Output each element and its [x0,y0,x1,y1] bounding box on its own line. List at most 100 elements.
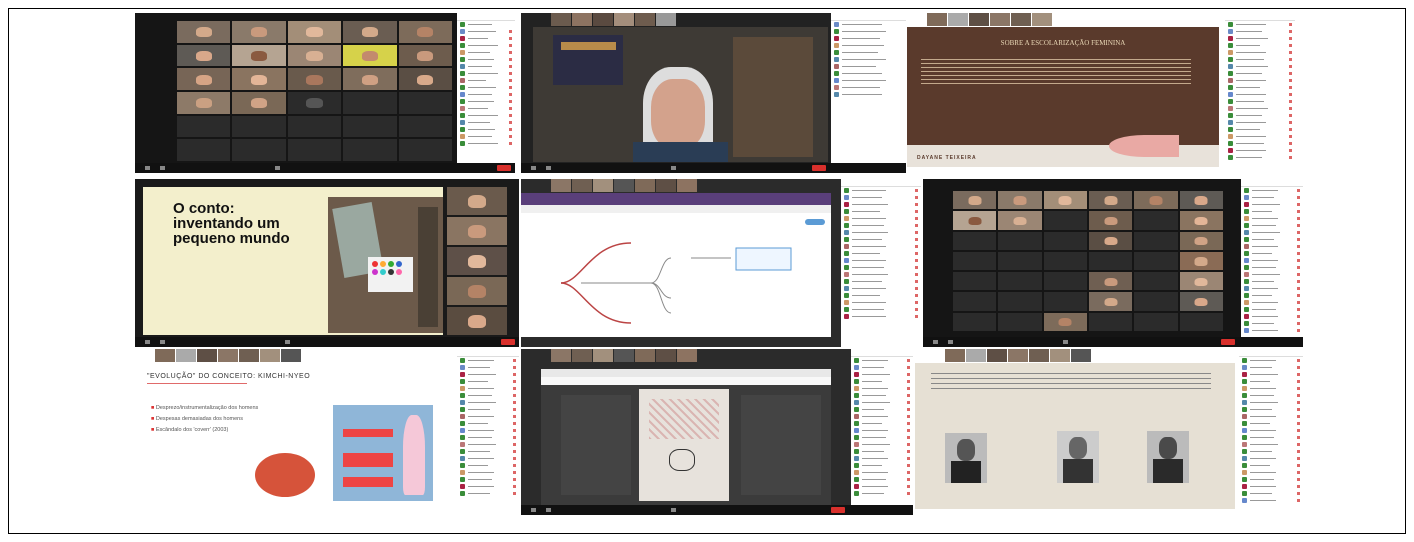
mindmap-lines [560,242,792,324]
slide: O conto: inventando um pequeno mundo [143,187,443,335]
participant-video [998,292,1042,311]
participant-video [1088,191,1133,210]
participant-video [1043,191,1087,210]
participant-video [1043,272,1087,291]
tile-speaker-video [521,13,906,173]
participant-video [953,251,997,271]
participant-video [953,312,997,331]
participant-video [287,139,342,161]
slide-photo [328,197,443,333]
participant-video [953,292,997,311]
thumbnail-strip [155,349,301,362]
participant-video [447,187,507,215]
participant-video [398,91,452,114]
video-icon[interactable] [546,166,551,170]
participant-video [1179,211,1223,230]
mic-icon[interactable] [933,340,938,344]
participants-panel [1241,179,1303,347]
video-icon[interactable] [948,340,953,344]
participant-video [287,21,342,43]
participant-video [998,211,1042,230]
tile-slide-conto: O conto: inventando um pequeno mundo [135,179,519,347]
share-icon[interactable] [285,340,290,344]
participant-video [1088,231,1133,250]
zoom-toolbar [521,505,913,515]
share-icon[interactable] [671,166,676,170]
tile-gallery-2 [923,179,1303,347]
participant-video [343,44,397,67]
share-icon[interactable] [275,166,280,170]
bullet-item: ■ Desprezo/instrumentalização dos homens [151,405,259,411]
end-call-icon[interactable] [831,507,845,513]
end-call-icon[interactable] [501,339,515,345]
kimchi-image [255,453,315,497]
thumbnail-strip [945,349,1091,362]
participants-panel [457,13,515,173]
participant-video [953,231,997,250]
end-call-icon[interactable] [497,165,511,171]
participant-video [1088,292,1133,311]
tile-gallery-1 [135,13,515,173]
participants-panel [1239,349,1303,515]
video-icon[interactable] [160,340,165,344]
participant-video [232,21,286,43]
end-call-icon[interactable] [1221,339,1235,345]
zoom-toolbar [135,163,515,173]
participant-video [177,91,231,114]
collage-frame: SOBRE A ESCOLARIZAÇÃO FEMININA DAYANE TE… [8,8,1406,534]
participant-video [953,211,997,230]
end-call-icon[interactable] [812,165,826,171]
mic-icon[interactable] [531,166,536,170]
mindmap-canvas [521,193,831,337]
share-icon[interactable] [671,508,676,512]
tile-slide-kimchi: "EVOLUÇÃO" DO CONCEITO: KIMCHI-NYEO ■ De… [135,349,519,515]
participant-video [343,91,397,114]
slide: "EVOLUÇÃO" DO CONCEITO: KIMCHI-NYEO ■ De… [135,363,453,505]
participant-video [1134,312,1178,331]
bullet-item: ■ Escândalo dos 'coverr' (2003) [151,427,229,433]
mic-icon[interactable] [145,166,150,170]
video-icon[interactable] [160,166,165,170]
participant-video [177,68,231,90]
participant-video [998,312,1042,331]
participant-video [447,277,507,305]
participants-panel [1225,13,1295,173]
thumbnail-strip [551,179,697,192]
participant-video [953,272,997,291]
thumbnail-strip [927,13,1052,26]
participant-video [177,115,231,138]
video-column [447,187,507,335]
participant-video [1134,211,1178,230]
mic-icon[interactable] [531,508,536,512]
participant-video [1134,272,1178,291]
thumbnail-strip [551,349,697,362]
portrait-image [1147,431,1189,483]
participant-video [1134,292,1178,311]
video-icon[interactable] [546,508,551,512]
bullet-item: ■ Despesas demasiadas dos homens [151,416,243,422]
participant-video [1043,211,1087,230]
share-icon[interactable] [1063,340,1068,344]
participant-video [1043,251,1087,271]
zoom-toolbar [923,337,1303,347]
participant-video [1134,191,1178,210]
tile-browser [521,349,913,515]
participant-video [232,91,286,114]
participant-video [343,139,397,161]
participants-panel [851,349,913,515]
participants-panel [457,349,519,515]
bullet-list: ■ Desprezo/instrumentalização dos homens… [151,403,258,436]
participant-video [343,115,397,138]
video-grid [177,21,452,161]
participant-video [1043,231,1087,250]
participant-video [398,68,452,90]
participant-video [398,139,452,161]
browser-window [541,369,831,505]
participant-video [1179,231,1223,250]
participant-video [998,251,1042,271]
portrait-image [1057,431,1099,483]
slide-author: DAYANE TEIXEIRA [917,155,977,161]
participant-video [177,21,231,43]
mic-icon[interactable] [145,340,150,344]
slide [915,363,1235,509]
